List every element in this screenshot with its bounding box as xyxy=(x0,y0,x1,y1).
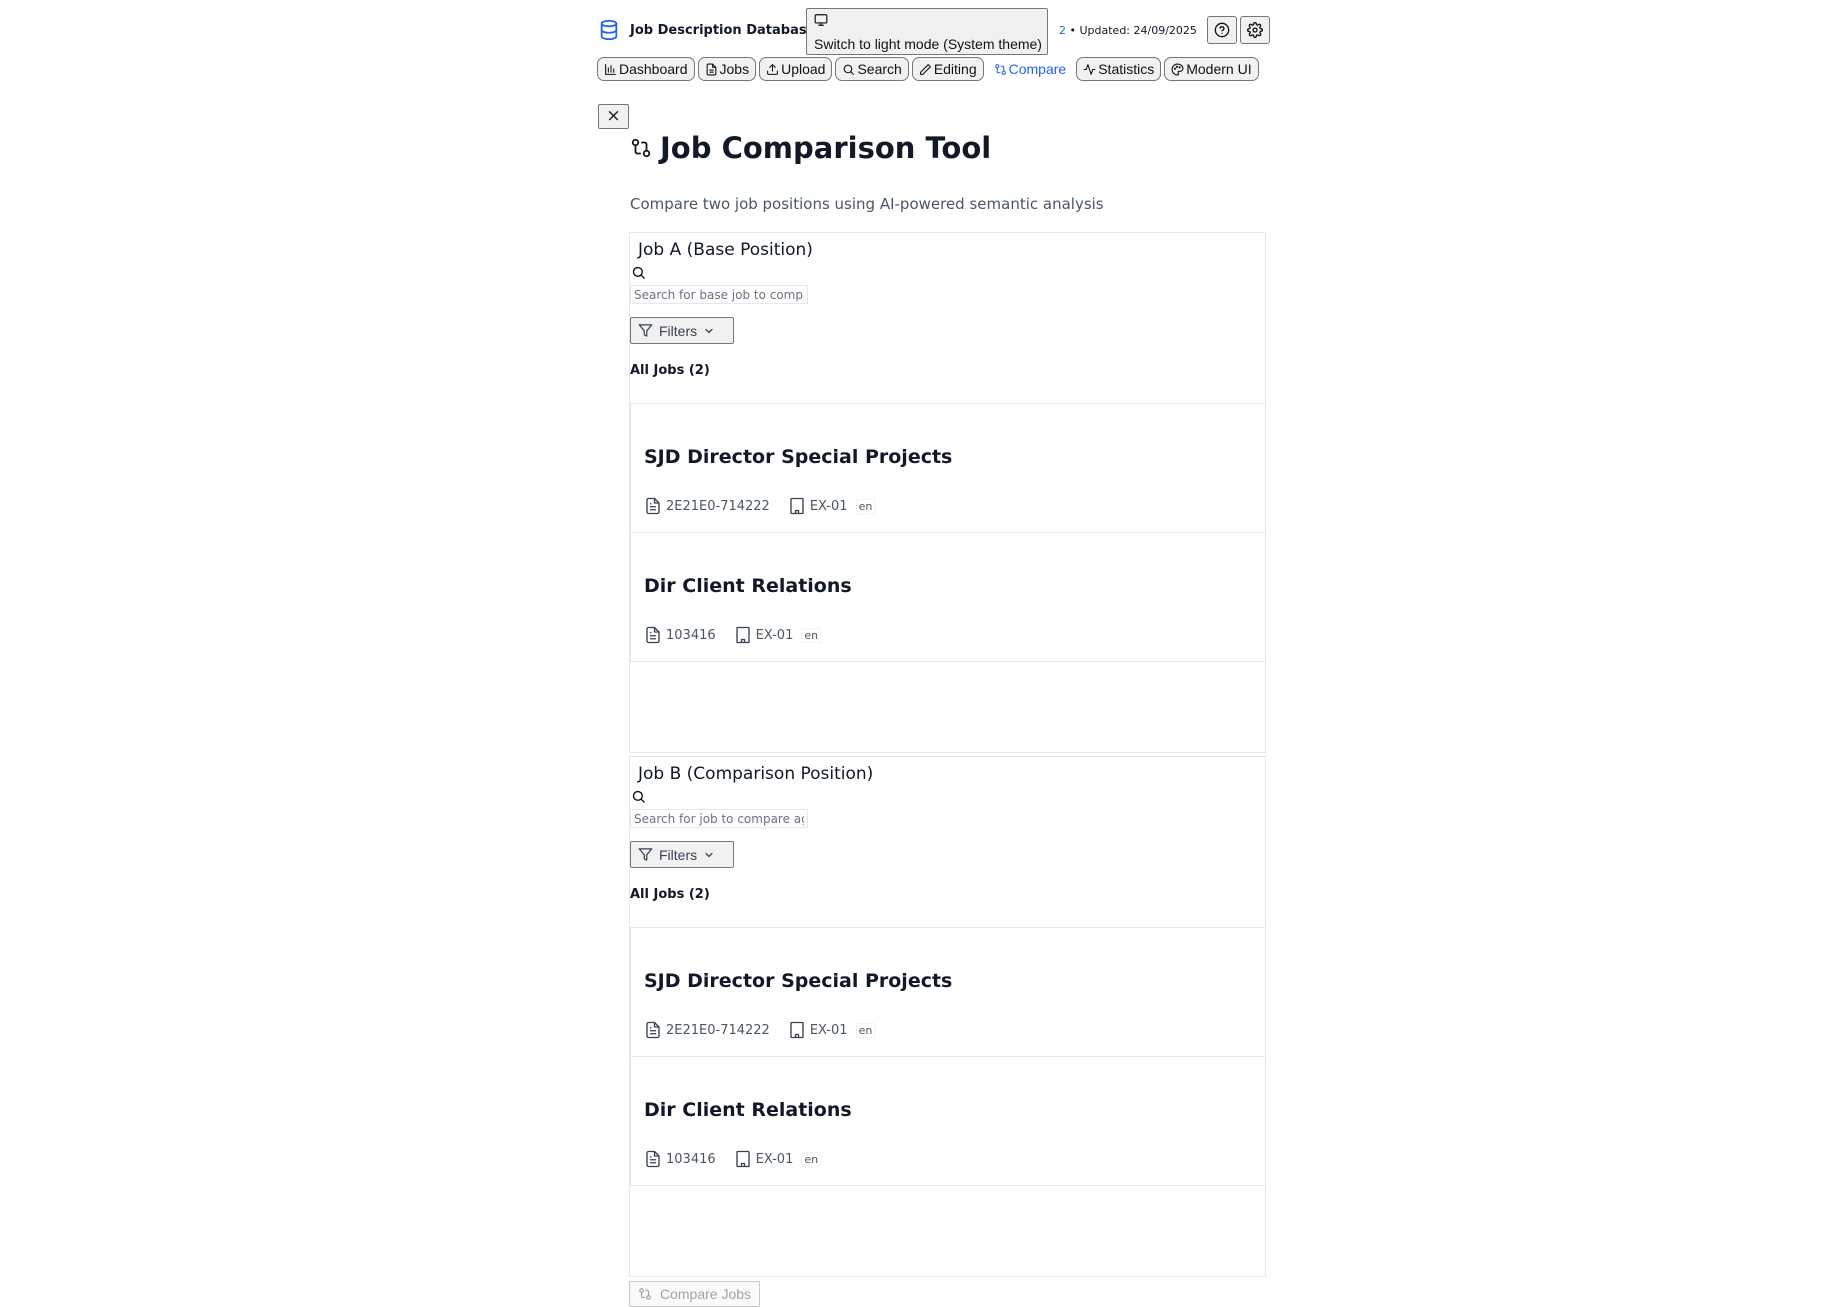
job-id: 103416 xyxy=(666,1151,716,1167)
search-icon xyxy=(842,63,855,76)
close-button[interactable]: × xyxy=(598,104,629,129)
palette-icon xyxy=(1171,63,1184,76)
job-id: 2E21E0-714222 xyxy=(666,498,770,514)
chevron-down-icon xyxy=(703,325,715,337)
nav-editing[interactable]: Editing xyxy=(911,57,984,81)
nav-label: Dashboard xyxy=(619,61,688,77)
search-icon xyxy=(631,265,646,280)
page-title-text: Job Comparison Tool xyxy=(660,131,992,165)
building-icon xyxy=(788,1019,806,1041)
all-jobs-heading: All Jobs (2) xyxy=(630,887,710,902)
filter-icon xyxy=(638,323,653,338)
file-icon xyxy=(705,63,718,76)
upload-icon xyxy=(766,63,779,76)
job-classification: EX-01 xyxy=(809,1022,848,1038)
building-icon xyxy=(734,624,752,646)
nav-label: Modern UI xyxy=(1186,61,1252,77)
main-nav: Dashboard Jobs Upload Search Editing Com… xyxy=(597,57,1259,81)
nav-label: Search xyxy=(857,61,902,77)
status-text: 2 • Updated: 24/09/2025 xyxy=(1059,24,1197,37)
job-b-search-input[interactable] xyxy=(630,809,808,828)
settings-button[interactable] xyxy=(1240,16,1270,44)
nav-dashboard[interactable]: Dashboard xyxy=(597,57,695,81)
job-b-filters-button[interactable]: Filters xyxy=(630,841,734,868)
nav-label: Upload xyxy=(781,61,826,77)
filters-label: Filters xyxy=(659,322,698,339)
search-icon xyxy=(631,789,646,804)
compare-icon xyxy=(638,1287,652,1301)
page-title: Job Comparison Tool xyxy=(630,131,991,165)
nav-jobs[interactable]: Jobs xyxy=(697,57,757,81)
panel-title: Job B (Comparison Position) xyxy=(638,764,874,784)
database-icon xyxy=(598,18,620,42)
job-id: 103416 xyxy=(666,627,716,643)
nav-label: Jobs xyxy=(719,61,750,77)
nav-label: Statistics xyxy=(1098,61,1155,77)
file-text-icon xyxy=(644,1019,662,1041)
nav-compare[interactable]: Compare xyxy=(986,57,1074,81)
job-title: Dir Client Relations xyxy=(644,575,852,597)
pencil-icon xyxy=(919,63,932,76)
job-title: Dir Client Relations xyxy=(644,1099,852,1121)
job-meta: 2E21E0-714222 EX-01 en xyxy=(644,1019,876,1041)
compare-jobs-label: Compare Jobs xyxy=(660,1286,752,1302)
filter-icon xyxy=(638,847,653,862)
file-text-icon xyxy=(644,495,662,517)
activity-icon xyxy=(1083,63,1096,76)
nav-label: Compare xyxy=(1008,61,1067,77)
file-text-icon xyxy=(644,624,662,646)
all-jobs-heading: All Jobs (2) xyxy=(630,363,710,378)
language-badge: en xyxy=(855,498,876,514)
job-a-search-input[interactable] xyxy=(630,285,808,304)
job-title: SJD Director Special Projects xyxy=(644,970,953,992)
language-badge: en xyxy=(801,1151,822,1167)
job-classification: EX-01 xyxy=(755,627,794,643)
job-card[interactable]: Dir Client Relations 103416 EX-01 en xyxy=(630,532,1266,662)
job-meta: 103416 EX-01 en xyxy=(644,624,822,646)
help-button[interactable] xyxy=(1207,16,1237,44)
nav-upload[interactable]: Upload xyxy=(759,57,833,81)
panel-title: Job A (Base Position) xyxy=(638,240,813,260)
theme-toggle-label: Switch to light mode (System theme) xyxy=(814,36,1042,52)
file-text-icon xyxy=(644,1148,662,1170)
job-card[interactable]: Dir Client Relations 103416 EX-01 en xyxy=(630,1056,1266,1186)
chevron-down-icon xyxy=(703,849,715,861)
nav-label: Editing xyxy=(933,61,977,77)
gear-icon xyxy=(1247,22,1263,38)
monitor-icon xyxy=(814,13,1040,27)
building-icon xyxy=(788,495,806,517)
job-b-panel: Job B (Comparison Position) Filters All … xyxy=(629,756,1266,1277)
filters-label: Filters xyxy=(659,846,698,863)
compare-jobs-button[interactable]: Compare Jobs xyxy=(629,1281,760,1307)
compare-icon xyxy=(994,63,1007,76)
help-circle-icon xyxy=(1214,22,1230,38)
job-count[interactable]: 2 xyxy=(1059,24,1066,37)
job-a-panel: Job A (Base Position) Filters All Jobs (… xyxy=(629,232,1266,753)
job-card[interactable]: SJD Director Special Projects 2E21E0-714… xyxy=(630,927,1266,1057)
job-meta: 2E21E0-714222 EX-01 en xyxy=(644,495,876,517)
job-classification: EX-01 xyxy=(755,1151,794,1167)
page-subtitle: Compare two job positions using AI-power… xyxy=(630,195,1104,213)
job-a-filters-button[interactable]: Filters xyxy=(630,317,734,344)
job-card[interactable]: SJD Director Special Projects 2E21E0-714… xyxy=(630,403,1266,533)
updated-text: • Updated: 24/09/2025 xyxy=(1066,24,1197,37)
compare-icon xyxy=(630,137,652,159)
close-icon: × xyxy=(606,106,621,126)
nav-search[interactable]: Search xyxy=(835,57,909,81)
job-meta: 103416 EX-01 en xyxy=(644,1148,822,1170)
brand: Job Description Database xyxy=(598,18,815,42)
job-classification: EX-01 xyxy=(809,498,848,514)
app-title: Job Description Database xyxy=(630,22,816,38)
job-title: SJD Director Special Projects xyxy=(644,446,953,468)
job-id: 2E21E0-714222 xyxy=(666,1022,770,1038)
language-badge: en xyxy=(855,1022,876,1038)
language-badge: en xyxy=(801,627,822,643)
nav-statistics[interactable]: Statistics xyxy=(1076,57,1162,81)
theme-toggle-button[interactable]: Switch to light mode (System theme) xyxy=(806,8,1048,55)
nav-modern-ui[interactable]: Modern UI xyxy=(1164,57,1259,81)
bar-chart-icon xyxy=(604,63,617,76)
building-icon xyxy=(734,1148,752,1170)
